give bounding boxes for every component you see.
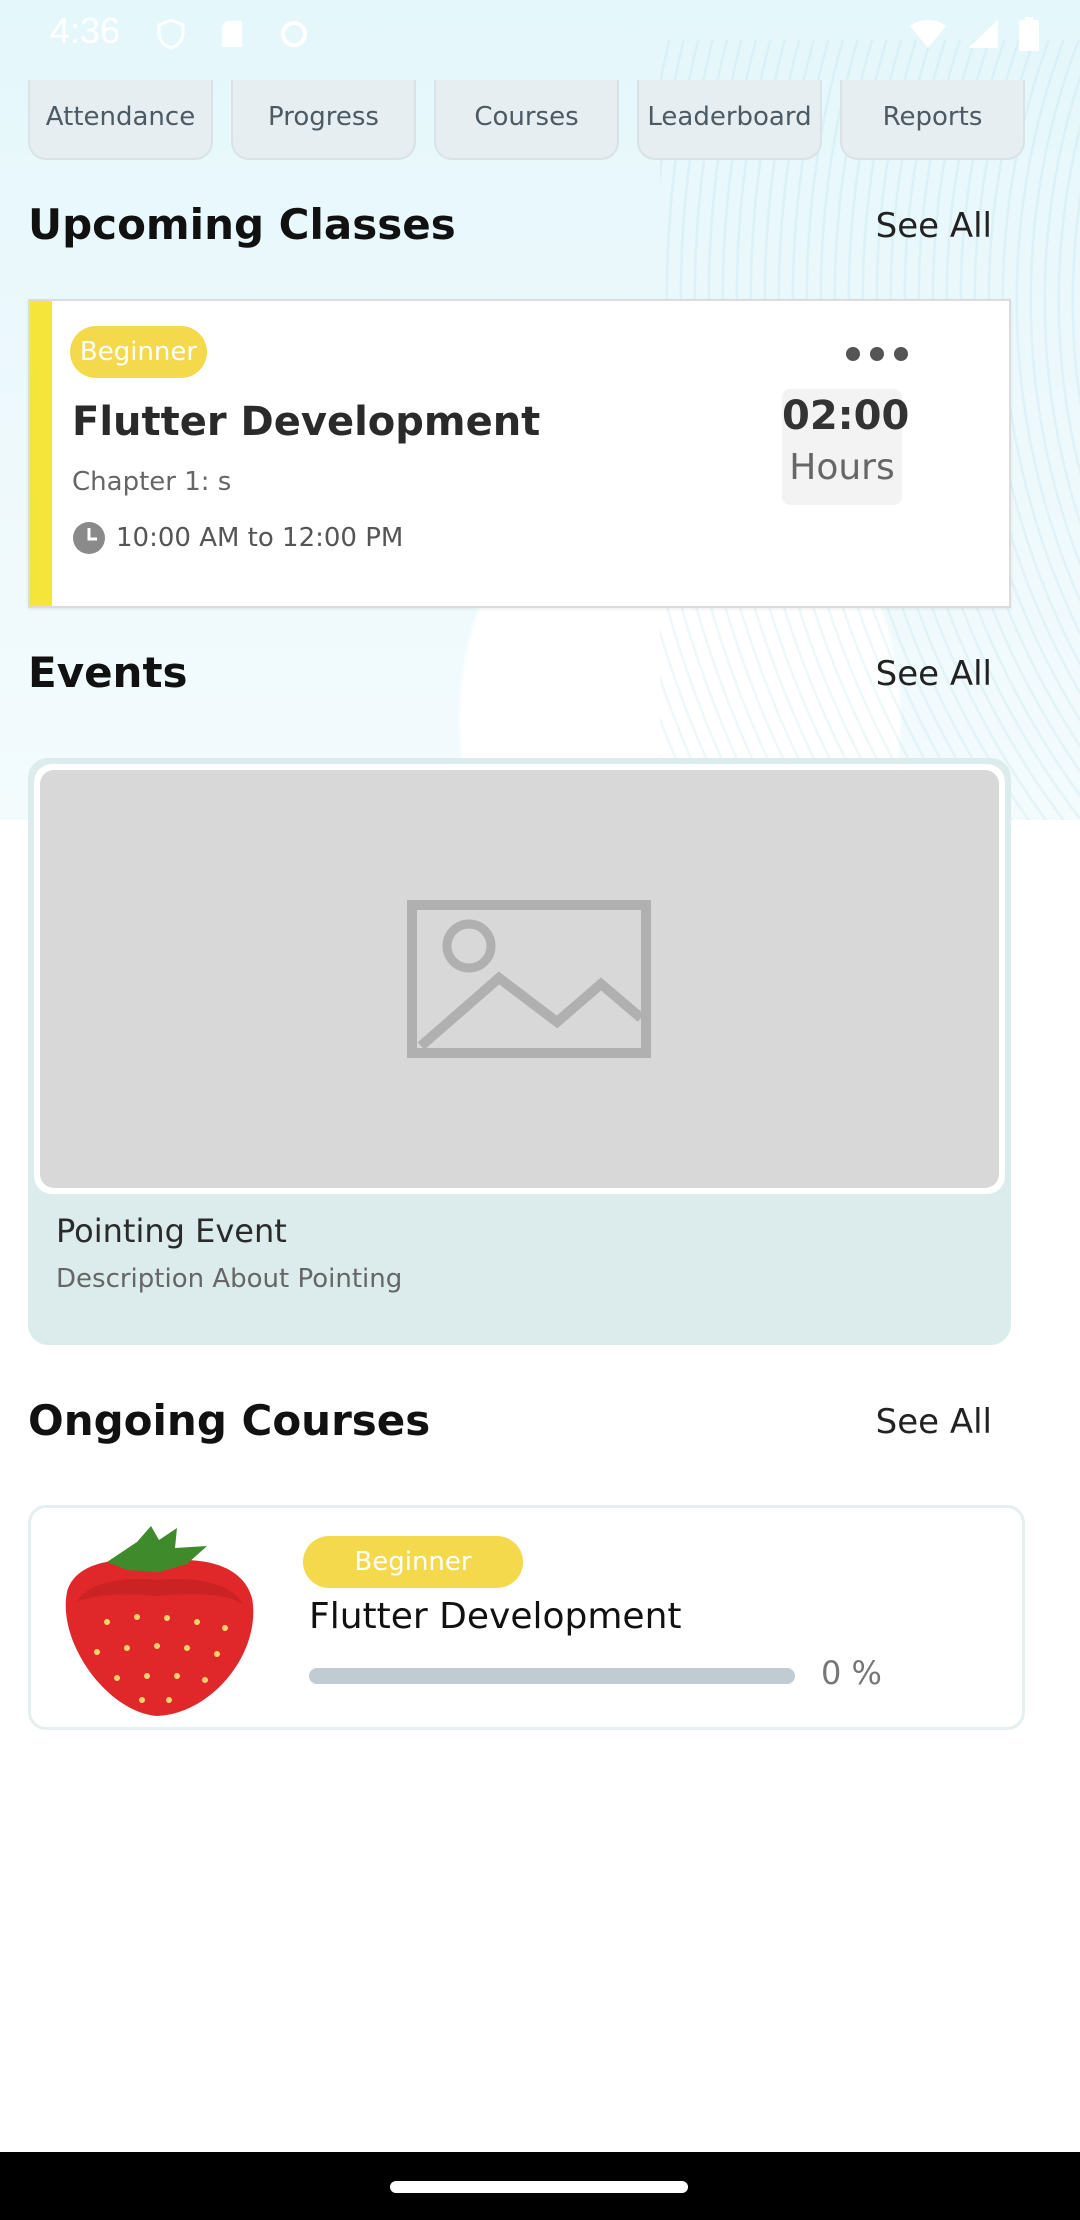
ongoing-see-all-link[interactable]: See All — [876, 1402, 992, 1442]
upcoming-classes-title: Upcoming Classes — [28, 200, 456, 249]
sd-card-icon — [222, 21, 242, 47]
chip-attendance[interactable]: Attendance — [28, 80, 213, 160]
status-time: 4:36 — [50, 10, 121, 51]
chip-leaderboard[interactable]: Leaderboard — [637, 80, 822, 160]
chip-reports[interactable]: Reports — [840, 80, 1025, 160]
status-right-icons — [908, 14, 1040, 54]
quick-actions-row: Attendance Progress Courses Leaderboard … — [28, 80, 1025, 160]
battery-icon — [1019, 17, 1039, 51]
card-accent-bar — [30, 301, 52, 606]
course-progress-label: 0 % — [821, 1654, 882, 1692]
event-description: Description About Pointing — [56, 1264, 403, 1294]
event-title: Pointing Event — [56, 1212, 287, 1250]
level-badge: Beginner — [70, 326, 207, 378]
course-title: Flutter Development — [309, 1596, 682, 1637]
events-see-all-link[interactable]: See All — [876, 654, 992, 694]
course-level-badge: Beginner — [303, 1536, 523, 1588]
class-time-range: 10:00 AM to 12:00 PM — [116, 523, 404, 553]
vpn-shield-icon — [157, 18, 185, 50]
event-card[interactable]: Pointing Event Description About Pointin… — [28, 758, 1011, 1345]
event-image — [40, 770, 999, 1188]
wifi-icon — [910, 20, 946, 48]
upcoming-see-all-link[interactable]: See All — [876, 206, 992, 246]
duration-unit: Hours — [789, 447, 895, 488]
chip-courses[interactable]: Courses — [434, 80, 619, 160]
class-time-row: 10:00 AM to 12:00 PM — [72, 521, 403, 555]
chip-progress[interactable]: Progress — [231, 80, 416, 160]
status-bar: 4:36 — [0, 0, 1080, 70]
home-gesture-handle[interactable] — [390, 2181, 688, 2193]
more-options-icon[interactable] — [845, 345, 909, 363]
events-title: Events — [28, 648, 188, 697]
class-chapter: Chapter 1: s — [72, 467, 232, 497]
system-navigation-bar — [0, 2152, 1080, 2220]
ongoing-courses-title: Ongoing Courses — [28, 1396, 431, 1445]
image-placeholder-icon — [407, 900, 651, 1058]
clock-icon — [73, 522, 105, 554]
event-image-frame — [34, 764, 1005, 1194]
signal-icon — [968, 20, 998, 48]
course-thumbnail-strawberry — [65, 1526, 254, 1716]
upcoming-class-card[interactable]: Beginner Flutter Development Chapter 1: … — [28, 299, 1011, 608]
sync-icon — [281, 21, 307, 47]
class-course-title: Flutter Development — [72, 399, 541, 445]
duration-box: 02:00 Hours — [782, 389, 910, 505]
duration-value: 02:00 — [782, 393, 910, 439]
course-progress-bar — [309, 1668, 795, 1684]
ongoing-course-card[interactable]: Beginner Flutter Development 0 % — [28, 1505, 1025, 1730]
